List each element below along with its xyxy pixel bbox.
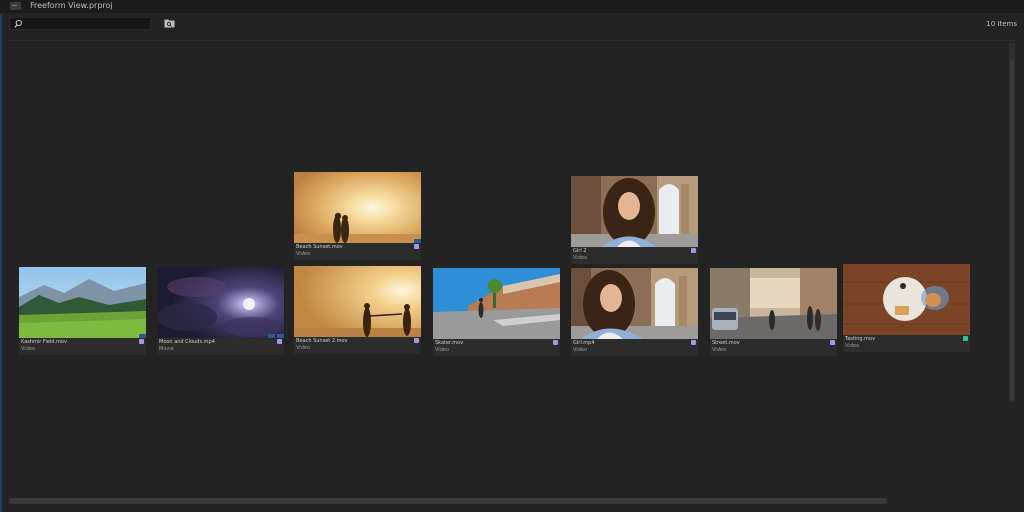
- search-box[interactable]: [9, 17, 151, 30]
- table-tasting-image: [843, 264, 970, 335]
- clip-thumbnail[interactable]: [571, 268, 698, 339]
- label-color-chip[interactable]: [277, 339, 282, 344]
- clip-thumbnail[interactable]: [433, 268, 560, 339]
- label-color-chip[interactable]: [691, 340, 696, 345]
- clip-meta: Girl.mp4 Video: [571, 339, 698, 356]
- panel-titlebar: Freeform View.prproj: [0, 0, 1024, 13]
- clip-meta: Beach Sunset.mov Video: [294, 243, 421, 260]
- sunset-hands-image: [294, 266, 421, 337]
- vertical-scrollbar-thumb[interactable]: [1010, 60, 1014, 400]
- moon-clouds-image: [157, 267, 284, 338]
- search-icon: [14, 19, 22, 28]
- clip-name[interactable]: Skater.mov: [435, 340, 463, 347]
- clip-item[interactable]: Kashmir Field.mov Video: [19, 267, 146, 355]
- clip-item[interactable]: Skater.mov Video: [433, 268, 560, 356]
- clip-type: Video: [573, 347, 588, 353]
- skater-street-image: [433, 268, 560, 339]
- clip-type: Video: [296, 345, 311, 351]
- panel-focus-accent: [0, 14, 2, 512]
- label-color-chip[interactable]: [830, 340, 835, 345]
- search-input[interactable]: [24, 18, 148, 29]
- clip-type: Video: [712, 347, 727, 353]
- clip-name[interactable]: Street.mov: [712, 340, 740, 347]
- new-search-bin-icon[interactable]: [164, 19, 175, 28]
- city-street-image: [710, 268, 837, 339]
- clip-item[interactable]: Moon and Clouds.mp4 Movie: [157, 267, 284, 355]
- clip-name[interactable]: Tasting.mov: [845, 336, 875, 343]
- clip-item[interactable]: Tasting.mov Video: [843, 264, 970, 352]
- label-color-chip[interactable]: [963, 336, 968, 341]
- clip-thumbnail[interactable]: [843, 264, 970, 335]
- label-color-chip[interactable]: [691, 248, 696, 253]
- clip-name[interactable]: Girl 2: [573, 248, 586, 255]
- clip-name[interactable]: Girl.mp4: [573, 340, 595, 347]
- project-title[interactable]: Freeform View.prproj: [30, 0, 113, 12]
- clip-thumbnail[interactable]: [294, 172, 421, 243]
- clip-item[interactable]: Girl.mp4 Video: [571, 268, 698, 356]
- vertical-scrollbar[interactable]: [1009, 42, 1015, 402]
- clip-type: Video: [296, 251, 311, 257]
- project-panel: Freeform View.prproj 10 Items Beach Suns…: [0, 0, 1024, 512]
- clip-thumbnail[interactable]: [294, 266, 421, 337]
- mountain-field-image: [19, 267, 146, 338]
- clip-meta: Skater.mov Video: [433, 339, 560, 356]
- clip-meta: Street.mov Video: [710, 339, 837, 356]
- clip-meta: Girl 2 Video: [571, 247, 698, 264]
- clip-thumbnail[interactable]: [710, 268, 837, 339]
- clip-item[interactable]: Beach Sunset.mov Video: [294, 172, 421, 260]
- label-color-chip[interactable]: [553, 340, 558, 345]
- clip-meta: Moon and Clouds.mp4 Movie: [157, 338, 284, 355]
- clip-type: Video: [573, 255, 588, 261]
- items-count: 10 Items: [986, 20, 1017, 28]
- horizontal-scrollbar[interactable]: [9, 498, 887, 504]
- clip-thumbnail[interactable]: [571, 176, 698, 247]
- label-color-chip[interactable]: [139, 339, 144, 344]
- clip-name[interactable]: Beach Sunset.mov: [296, 244, 343, 251]
- clip-item[interactable]: Beach Sunset 2.mov Video: [294, 266, 421, 354]
- clip-item[interactable]: Street.mov Video: [710, 268, 837, 356]
- clip-name[interactable]: Kashmir Field.mov: [21, 339, 67, 346]
- clip-meta: Beach Sunset 2.mov Video: [294, 337, 421, 354]
- clip-item[interactable]: Girl 2 Video: [571, 176, 698, 264]
- clip-name[interactable]: Moon and Clouds.mp4: [159, 339, 215, 346]
- clip-type: Video: [845, 343, 860, 349]
- clip-thumbnail[interactable]: [19, 267, 146, 338]
- clip-type: Video: [21, 346, 36, 352]
- panel-menu-icon[interactable]: [10, 2, 21, 10]
- label-color-chip[interactable]: [414, 244, 419, 249]
- clip-name[interactable]: Beach Sunset 2.mov: [296, 338, 347, 345]
- clip-thumbnail[interactable]: [157, 267, 284, 338]
- label-color-chip[interactable]: [414, 338, 419, 343]
- clip-type: Video: [435, 347, 450, 353]
- clip-type: Movie: [159, 346, 174, 352]
- clip-meta: Kashmir Field.mov Video: [19, 338, 146, 355]
- girl-portrait-image: [571, 268, 698, 339]
- clip-meta: Tasting.mov Video: [843, 335, 970, 352]
- girl-portrait-image: [571, 176, 698, 247]
- sunset-couple-image: [294, 172, 421, 243]
